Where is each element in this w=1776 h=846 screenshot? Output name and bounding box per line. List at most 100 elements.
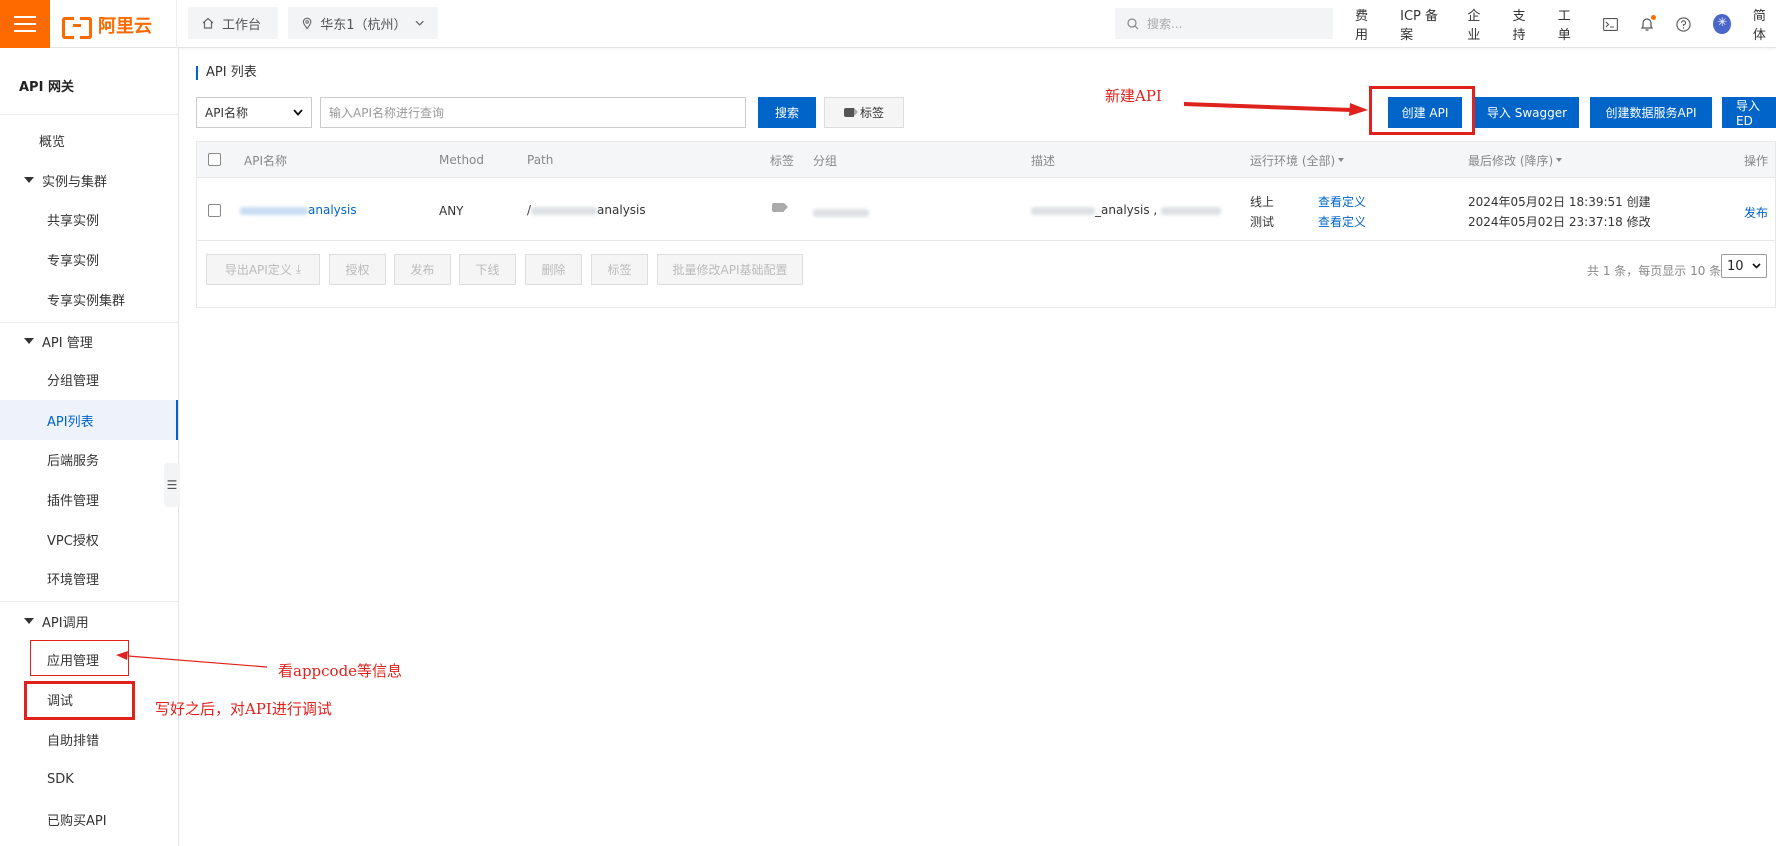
import-ed-button[interactable]: 导入ED (1722, 97, 1776, 128)
sidebar-group-api-invoke[interactable]: API调用 (0, 603, 178, 639)
column-label: 运行环境 (全部) (1250, 153, 1336, 168)
group-cell (813, 205, 869, 219)
table-footer: 导出API定义 ⤓ 授权 发布 下线 删除 标签 批量修改API基础配置 共 1 … (197, 242, 1775, 308)
filter-type-select[interactable]: API名称 (196, 97, 312, 128)
page-size-value: 10 (1727, 258, 1744, 274)
table-row: analysis ANY / analysis _analysis , 线上 查看… (197, 179, 1775, 241)
batch-tag-button[interactable]: 标签 (591, 254, 648, 285)
terminal-icon[interactable] (1602, 16, 1618, 32)
link-billing[interactable]: 费用 (1355, 5, 1378, 43)
annotation-app-management: 看appcode等信息 (278, 662, 403, 680)
button-label: 授权 (345, 263, 370, 277)
chevron-down-icon (1752, 263, 1761, 269)
caret-down-icon (24, 338, 34, 344)
column-group: 分组 (813, 153, 838, 168)
sidebar-item-label: 分组管理 (47, 373, 100, 389)
sidebar-item-api-list[interactable]: API列表 (0, 400, 178, 440)
api-name-text: analysis (308, 203, 357, 217)
sidebar-item-label: 专享实例 (47, 253, 100, 269)
create-api-highlight (1369, 86, 1475, 135)
description-cell: _analysis , (1031, 203, 1222, 217)
link-enterprise[interactable]: 企业 (1467, 5, 1490, 43)
sidebar-item-sdk[interactable]: SDK (0, 761, 178, 797)
create-data-service-api-button[interactable]: 创建数据服务API (1590, 97, 1712, 128)
sidebar-collapse-icon[interactable]: ☰ (164, 463, 180, 507)
sidebar-item-backend-service[interactable]: 后端服务 (0, 441, 178, 477)
tag-filter-button[interactable]: 标签 (824, 97, 904, 128)
column-last-modified[interactable]: 最后修改 (降序) (1468, 142, 1563, 178)
select-value: API名称 (205, 106, 248, 120)
link-support[interactable]: 支持 (1513, 5, 1536, 43)
user-avatar[interactable] (1713, 14, 1731, 34)
input-placeholder: 输入API名称进行查询 (329, 106, 444, 120)
sidebar-item-label: 已购买API (47, 813, 107, 829)
sidebar-item-shared-instance[interactable]: 共享实例 (0, 201, 178, 237)
button-label: 下线 (475, 263, 500, 277)
delete-button[interactable]: 删除 (525, 254, 582, 285)
caret-down-icon (1338, 158, 1345, 162)
publish-button[interactable]: 发布 (394, 254, 451, 285)
page-title: API 列表 (196, 66, 257, 80)
view-definition-online-link[interactable]: 查看定义 (1318, 193, 1366, 210)
tag-icon (843, 108, 858, 117)
divider (176, 0, 177, 48)
page-size-select[interactable]: 10 (1721, 254, 1767, 278)
column-description: 描述 (1031, 153, 1056, 168)
sidebar-item-dedicated-cluster[interactable]: 专享实例集群 (0, 281, 178, 317)
description-text: _analysis , (1095, 203, 1158, 217)
api-name-link[interactable]: analysis (240, 203, 357, 217)
sidebar-item-environment[interactable]: 环境管理 (0, 560, 178, 596)
export-api-button[interactable]: 导出API定义 ⤓ (206, 254, 320, 285)
row-checkbox[interactable] (208, 204, 221, 217)
modified-time: 2024年05月02日 23:37:18 修改 (1468, 215, 1651, 229)
main-content: API 列表 API名称 输入API名称进行查询 搜索 标签 创建 API 导入… (180, 48, 1776, 846)
sidebar-item-dedicated-instance[interactable]: 专享实例 (0, 241, 178, 277)
sidebar-item-self-troubleshoot[interactable]: 自助排错 (0, 721, 178, 757)
env-test: 测试 (1250, 215, 1275, 229)
sidebar-item-plugin-management[interactable]: 插件管理 (0, 481, 178, 517)
search-button[interactable]: 搜索 (758, 97, 816, 128)
divider (0, 114, 178, 115)
language-switch[interactable]: 简体 (1753, 5, 1776, 43)
region-selector[interactable]: 华东1（杭州） (288, 7, 438, 39)
sidebar-item-label: 概览 (39, 134, 66, 150)
annotation-debug: 写好之后，对API进行调试 (155, 700, 332, 718)
sidebar-group-instances[interactable]: 实例与集群 (0, 162, 178, 198)
offline-button[interactable]: 下线 (459, 254, 516, 285)
sidebar-item-vpc-auth[interactable]: VPC授权 (0, 521, 178, 557)
top-links: 费用 ICP 备案 企业 支持 工单 简体 (1355, 0, 1776, 48)
sidebar-item-label: 自助排错 (47, 733, 100, 749)
button-label: 标签 (607, 263, 632, 277)
api-name-search-input[interactable]: 输入API名称进行查询 (320, 97, 746, 128)
publish-link[interactable]: 发布 (1744, 204, 1768, 221)
link-ticket[interactable]: 工单 (1558, 5, 1581, 43)
workbench-label: 工作台 (222, 17, 262, 33)
button-label: 批量修改API基础配置 (672, 263, 788, 277)
aliyun-logo[interactable]: 阿里云 (62, 12, 152, 39)
view-definition-test-link[interactable]: 查看定义 (1318, 213, 1366, 230)
link-icp[interactable]: ICP 备案 (1400, 5, 1445, 43)
tag-icon[interactable] (772, 203, 788, 212)
global-search-input[interactable]: 搜索... (1115, 8, 1333, 39)
search-placeholder: 搜索... (1147, 17, 1183, 31)
sidebar-item-group-management[interactable]: 分组管理 (0, 361, 178, 397)
chevron-down-icon (293, 109, 303, 116)
bell-icon[interactable] (1640, 15, 1657, 32)
sidebar-item-overview[interactable]: 概览 (0, 122, 178, 158)
import-swagger-button[interactable]: 导入 Swagger (1475, 97, 1579, 128)
authorize-button[interactable]: 授权 (329, 254, 386, 285)
help-icon[interactable] (1676, 16, 1691, 32)
sidebar-group-api-management[interactable]: API 管理 (0, 323, 178, 359)
column-tag: 标签 (770, 153, 795, 168)
select-all-checkbox[interactable] (208, 153, 221, 166)
column-environment[interactable]: 运行环境 (全部) (1250, 142, 1345, 178)
redacted-text (240, 206, 308, 215)
redacted-text (1161, 206, 1222, 215)
caret-down-icon (1556, 158, 1563, 162)
workbench-button[interactable]: 工作台 (188, 7, 278, 39)
hamburger-menu-icon[interactable] (0, 0, 50, 48)
column-path: Path (527, 153, 554, 167)
redacted-text (531, 206, 598, 215)
batch-modify-button[interactable]: 批量修改API基础配置 (657, 254, 803, 285)
sidebar-item-purchased-api[interactable]: 已购买API (0, 801, 178, 837)
